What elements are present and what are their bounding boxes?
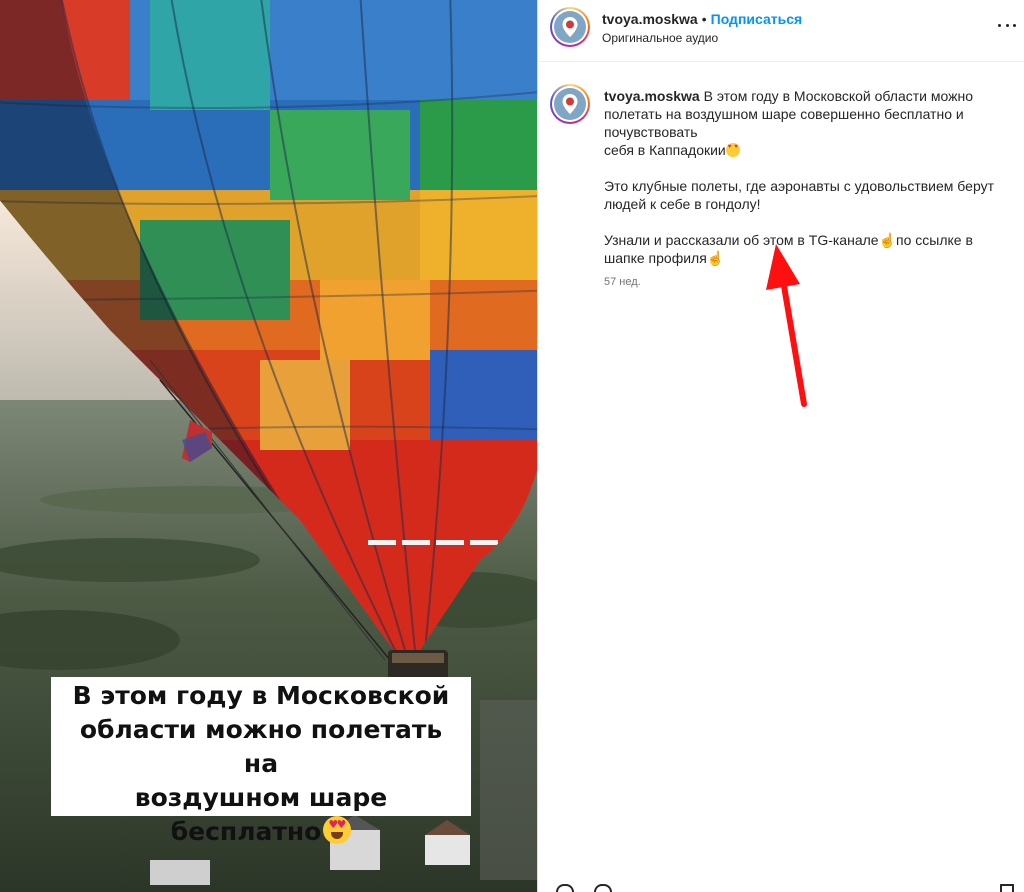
video-caption: В этом году в Московской области можно п… xyxy=(51,677,471,846)
like-icon[interactable] xyxy=(556,884,574,892)
save-icon[interactable] xyxy=(1000,884,1014,892)
comment-icon[interactable] xyxy=(594,884,612,892)
video-caption-text: В этом году в Московской области можно п… xyxy=(72,680,450,846)
post-media[interactable]: В этом году в Московской области можно п… xyxy=(0,0,537,892)
action-bar xyxy=(538,878,1024,892)
red-arrow-annotation xyxy=(766,244,807,407)
heart-eyes-emoji-icon xyxy=(323,815,352,844)
